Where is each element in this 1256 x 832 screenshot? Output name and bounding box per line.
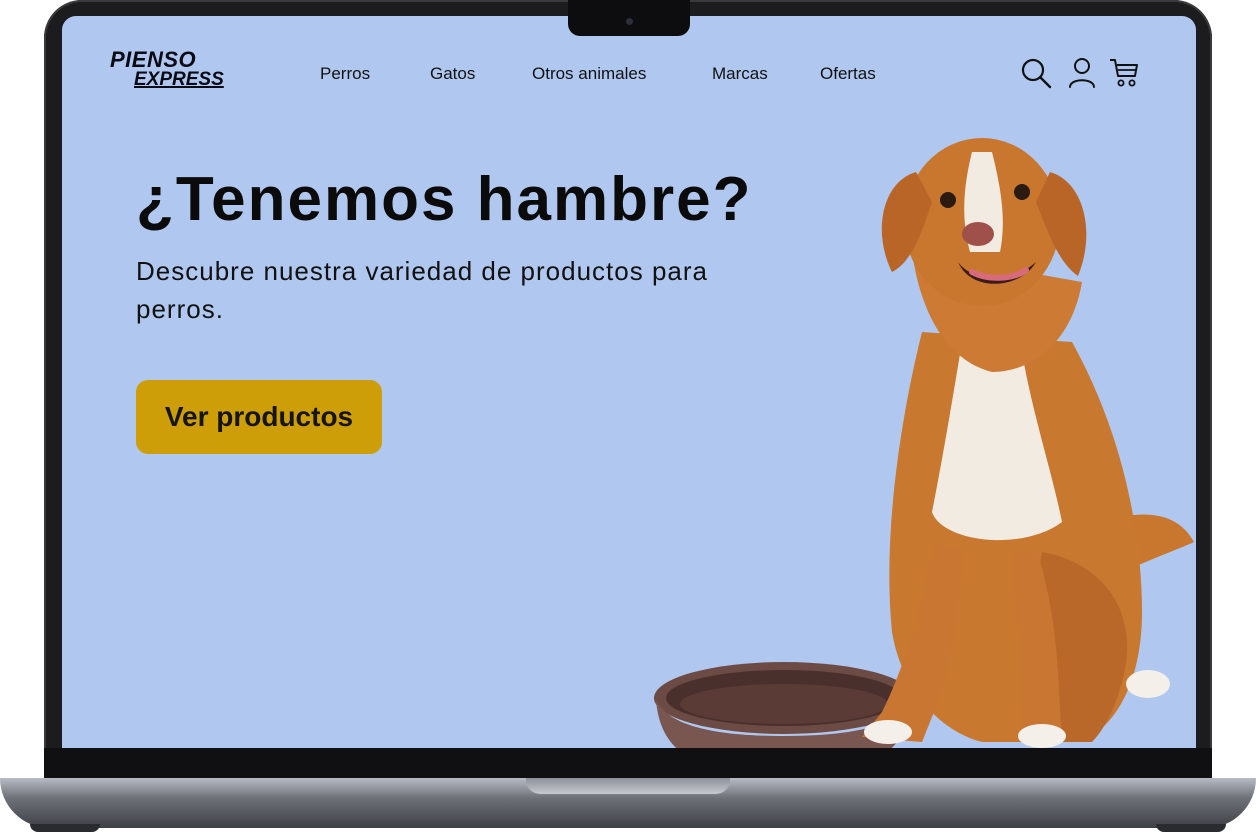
brand-line-2: EXPRESS bbox=[134, 69, 224, 90]
website-screen: PIENSO EXPRESS Perros Gatos Otros animal… bbox=[62, 16, 1196, 748]
dog-photo bbox=[862, 138, 1194, 748]
nav-item-perros[interactable]: Perros bbox=[320, 64, 370, 84]
hero-title: ¿Tenemos hambre? bbox=[136, 165, 753, 234]
view-products-button[interactable]: Ver productos bbox=[136, 380, 382, 454]
user-icon[interactable] bbox=[1066, 56, 1098, 90]
laptop-chin bbox=[44, 748, 1212, 782]
brand-logo[interactable]: PIENSO EXPRESS bbox=[110, 47, 224, 90]
laptop-foot-left bbox=[30, 824, 100, 832]
screen-notch bbox=[568, 0, 690, 36]
laptop-opening-groove bbox=[526, 778, 730, 794]
search-icon[interactable] bbox=[1020, 56, 1052, 90]
nav-item-gatos[interactable]: Gatos bbox=[430, 64, 475, 84]
nav-item-otros-animales[interactable]: Otros animales bbox=[532, 64, 646, 84]
nav-item-marcas[interactable]: Marcas bbox=[712, 64, 768, 84]
brand-line-1: PIENSO bbox=[110, 47, 197, 72]
hero-subtitle: Descubre nuestra variedad de productos p… bbox=[136, 256, 708, 324]
cart-icon[interactable] bbox=[1108, 56, 1140, 90]
camera-icon bbox=[626, 18, 633, 25]
nav-item-ofertas[interactable]: Ofertas bbox=[820, 64, 876, 84]
laptop-foot-right bbox=[1156, 824, 1226, 832]
